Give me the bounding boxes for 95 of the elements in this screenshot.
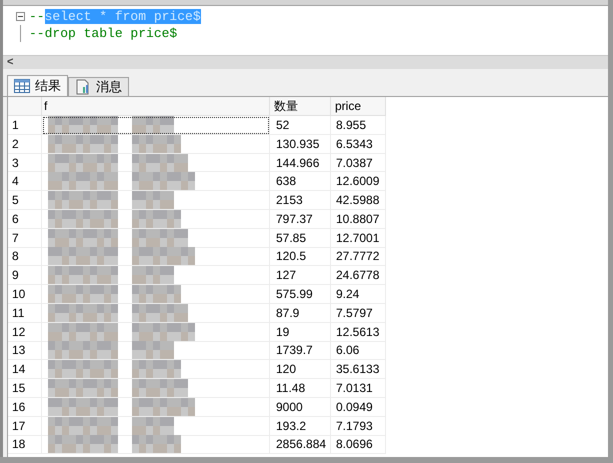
table-cell: 2856.884 — [270, 436, 331, 454]
blurred-text-drawing — [132, 304, 188, 322]
table-cell: 10.8807 — [331, 210, 386, 229]
blurred-text-drawing — [48, 398, 118, 416]
code-text: -- — [29, 8, 45, 24]
row-number: 5 — [8, 191, 42, 210]
table-cell: 11.48 — [270, 379, 331, 398]
blurred-text-drawing — [48, 379, 118, 398]
table-cell: 193.2 — [270, 416, 331, 436]
row-number: 4 — [8, 172, 42, 192]
grid-icon — [14, 79, 30, 93]
blurred-text-drawing — [132, 116, 174, 134]
blurred-text-drawing — [48, 154, 118, 172]
blurred-text-drawing — [48, 210, 118, 228]
table-cell: 1739.7 — [270, 342, 331, 360]
column-header[interactable]: price — [331, 97, 386, 116]
row-number: 8 — [8, 248, 42, 266]
row-number: 14 — [8, 360, 42, 380]
blurred-text-drawing — [48, 172, 118, 190]
table-cell: 130.935 — [270, 134, 331, 154]
row-number: 17 — [8, 416, 42, 436]
table-cell: 8.0696 — [331, 436, 386, 454]
table-cell: 797.37 — [270, 210, 331, 229]
table-cell: 127 — [270, 266, 331, 286]
table-cell: 9000 — [270, 398, 331, 417]
column-header[interactable]: f — [42, 97, 270, 116]
row-number: 3 — [8, 154, 42, 172]
row-number: 16 — [8, 398, 42, 417]
column-header[interactable]: 数量 — [270, 97, 331, 116]
blurred-text-drawing — [132, 210, 181, 228]
blurred-text-drawing — [48, 116, 118, 134]
blurred-text-drawing — [48, 191, 118, 210]
table-cell: 9.24 — [331, 285, 386, 304]
table-cell: 87.9 — [270, 304, 331, 323]
table-cell: 35.6133 — [331, 360, 386, 380]
table-cell: 24.6778 — [331, 266, 386, 286]
row-number: 15 — [8, 379, 42, 398]
row-number: 7 — [8, 228, 42, 248]
blurred-text-drawing — [48, 322, 118, 341]
table-cell: 638 — [270, 172, 331, 192]
table-cell: 0.0949 — [331, 398, 386, 417]
blurred-text-drawing — [132, 379, 188, 398]
blurred-text-drawing — [132, 134, 181, 153]
table-cell: 144.966 — [270, 154, 331, 172]
blurred-text-drawing — [48, 134, 118, 153]
blurred-text-drawing — [132, 360, 181, 378]
blurred-text-drawing — [48, 285, 118, 304]
table-cell: 52 — [270, 116, 331, 135]
row-number: 11 — [8, 304, 42, 323]
table-cell: 7.0387 — [331, 154, 386, 172]
blurred-text-drawing — [48, 247, 118, 266]
row-number: 9 — [8, 266, 42, 286]
table-cell: 57.85 — [270, 228, 331, 248]
row-number: 2 — [8, 134, 42, 154]
table-cell: 12.5613 — [331, 322, 386, 342]
blurred-text-drawing — [48, 435, 118, 454]
blurred-text-drawing — [48, 266, 118, 284]
blurred-text-drawing — [48, 416, 118, 435]
collapse-icon[interactable] — [16, 12, 24, 21]
table-cell: 7.1793 — [331, 416, 386, 436]
table-cell: 27.7772 — [331, 248, 386, 266]
horizontal-scrollbar[interactable]: < — [3, 55, 608, 69]
selected-code-text: select * from price$ — [44, 8, 201, 24]
row-number: 12 — [8, 322, 42, 342]
blurred-text-drawing — [48, 228, 118, 247]
table-cell: 8.955 — [331, 116, 386, 135]
table-cell: 7.5797 — [331, 304, 386, 323]
table-cell: 6.06 — [331, 342, 386, 360]
table-cell: 575.99 — [270, 285, 331, 304]
blurred-text-drawing — [48, 360, 118, 378]
table-cell: 6.5343 — [331, 134, 386, 154]
row-number: 6 — [8, 210, 42, 229]
column-header-text: f — [44, 98, 48, 115]
blurred-text-drawing — [48, 304, 118, 322]
code-text: --drop table price$ — [29, 26, 178, 41]
row-number: 1 — [8, 116, 42, 135]
table-cell: 42.5988 — [331, 191, 386, 210]
table-cell: 12.7001 — [331, 228, 386, 248]
result-tab[interactable]: 结果 — [7, 75, 68, 96]
row-number: 10 — [8, 285, 42, 304]
blurred-text-drawing — [132, 285, 181, 304]
table-cell: 12.6009 — [331, 172, 386, 192]
blurred-text-drawing — [132, 435, 181, 454]
table-cell: 7.0131 — [331, 379, 386, 398]
row-number: 18 — [8, 436, 42, 454]
blurred-text-drawing — [132, 228, 188, 247]
table-cell: 120 — [270, 360, 331, 380]
table-cell: 19 — [270, 322, 331, 342]
blurred-text-drawing — [132, 154, 188, 172]
blurred-text-drawing — [48, 341, 118, 360]
document-icon — [75, 79, 91, 95]
row-number: 13 — [8, 342, 42, 360]
table-cell: 120.5 — [270, 248, 331, 266]
result-tab[interactable]: 消息 — [68, 77, 129, 96]
table-cell: 2153 — [270, 191, 331, 210]
